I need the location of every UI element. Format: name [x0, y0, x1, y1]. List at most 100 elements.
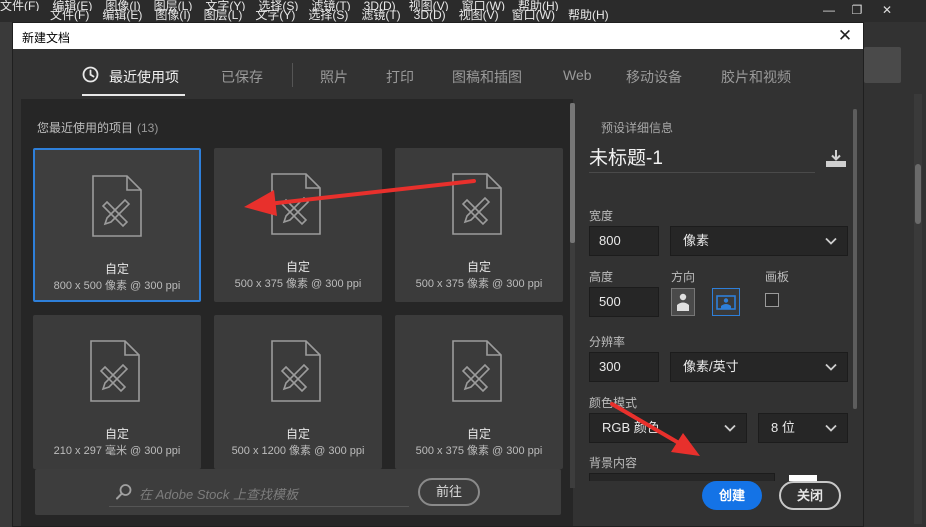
- save-preset-icon[interactable]: [824, 148, 848, 168]
- height-label: 高度: [589, 270, 614, 284]
- width-input[interactable]: 800: [589, 226, 659, 256]
- dialog-close-icon[interactable]: ✕: [835, 25, 855, 47]
- chevron-down-icon: [825, 363, 837, 371]
- document-icon: [452, 340, 502, 402]
- card-desc: 210 x 297 毫米 @ 300 ppi: [53, 445, 181, 457]
- stock-search-bar: 在 Adobe Stock 上查找模板 前往: [35, 469, 561, 515]
- menu-item[interactable]: 文件(F): [0, 0, 39, 11]
- tab-web[interactable]: Web: [563, 67, 592, 83]
- tab-print[interactable]: 打印: [386, 67, 414, 87]
- card-desc: 500 x 375 像素 @ 300 ppi: [415, 445, 543, 457]
- recent-label: 您最近使用的项目: [37, 121, 134, 135]
- active-tab-indicator: [82, 94, 185, 96]
- dialog-title: 新建文档: [22, 31, 71, 45]
- background-label: 背景内容: [589, 456, 638, 470]
- document-icon: [271, 340, 321, 402]
- card-desc: 800 x 500 像素 @ 300 ppi: [53, 280, 181, 292]
- document-icon: [92, 175, 142, 237]
- preset-details-header: 预设详细信息: [601, 121, 674, 135]
- menu-item-edit[interactable]: 编辑(E): [102, 9, 142, 22]
- portrait-icon: [677, 293, 689, 311]
- resolution-unit-select[interactable]: 像素/英寸: [670, 352, 848, 382]
- recent-items-pane: 您最近使用的项目 (13) 自定 800 x 500 像素 @ 300 ppi 自…: [21, 99, 573, 526]
- tab-recent[interactable]: 最近使用项: [109, 67, 179, 87]
- tab-photo[interactable]: 照片: [320, 67, 348, 87]
- artboard-checkbox[interactable]: [765, 293, 779, 307]
- width-unit-select[interactable]: 像素: [670, 226, 848, 256]
- clock-icon: [82, 66, 99, 83]
- panel-button[interactable]: [864, 47, 901, 83]
- scroll-thumb[interactable]: [915, 164, 921, 224]
- resolution-label: 分辨率: [589, 335, 626, 349]
- preset-tabs: 最近使用项 已保存 照片 打印 图稿和插图 Web 移动设备 胶片和视频: [13, 49, 863, 97]
- card-desc: 500 x 375 像素 @ 300 ppi: [415, 278, 543, 290]
- stock-search-placeholder: 在 Adobe Stock 上查找模板: [139, 487, 298, 502]
- color-mode-label: 颜色模式: [589, 396, 638, 410]
- create-button[interactable]: 创建: [702, 481, 762, 510]
- document-name-input[interactable]: 未标题-1: [589, 147, 815, 173]
- card-name: 自定: [466, 427, 491, 441]
- app-close-button[interactable]: ✕: [878, 2, 896, 18]
- color-mode-select[interactable]: RGB 颜色: [589, 413, 747, 443]
- menu-item-filter[interactable]: 滤镜(T): [361, 9, 400, 22]
- resolution-input[interactable]: 300: [589, 352, 659, 382]
- tab-art-illustration[interactable]: 图稿和插图: [452, 67, 522, 87]
- dialog-title-bar: 新建文档 ✕: [13, 23, 863, 49]
- width-unit-value: 像素: [683, 233, 710, 248]
- recent-item-card[interactable]: 自定 500 x 1200 像素 @ 300 ppi: [214, 315, 382, 469]
- menu-item-3d[interactable]: 3D(D): [414, 9, 446, 22]
- details-scrollbar[interactable]: [853, 109, 857, 409]
- card-desc: 500 x 1200 像素 @ 300 ppi: [231, 445, 365, 457]
- menu-item-file[interactable]: 文件(F): [50, 9, 89, 22]
- portrait-orientation-button[interactable]: [671, 288, 695, 316]
- recent-item-card[interactable]: 自定 500 x 375 像素 @ 300 ppi: [395, 148, 563, 302]
- chevron-down-icon: [825, 237, 837, 245]
- preset-details-pane: 预设详细信息 未标题-1 宽度 800 像素 高度 方向 画板 500 分辨率 …: [581, 99, 863, 526]
- go-button[interactable]: 前往: [418, 478, 480, 506]
- app-menu-bar: 文件(F) 编辑(E) 图像(I) 图层(L) 文字(Y) 选择(S) 滤镜(T…: [0, 0, 926, 22]
- recent-scrollbar[interactable]: [570, 103, 575, 488]
- chevron-down-icon: [724, 424, 736, 432]
- document-icon: [452, 173, 502, 235]
- recent-item-card[interactable]: 自定 210 x 297 毫米 @ 300 ppi: [33, 315, 201, 469]
- recent-section-label: 您最近使用的项目 (13): [37, 119, 158, 136]
- tab-mobile[interactable]: 移动设备: [626, 67, 682, 87]
- menu-item-view[interactable]: 视图(V): [459, 9, 499, 22]
- search-icon: [116, 484, 132, 500]
- menu-row: 文件(F) 编辑(E) 图像(I) 图层(L) 文字(Y) 选择(S) 滤镜(T…: [50, 9, 622, 22]
- width-label: 宽度: [589, 209, 614, 223]
- height-input[interactable]: 500: [589, 287, 659, 317]
- tab-film-video[interactable]: 胶片和视频: [721, 67, 791, 87]
- document-icon: [271, 173, 321, 235]
- menu-item-select[interactable]: 选择(S): [308, 9, 348, 22]
- stock-search-input[interactable]: 在 Adobe Stock 上查找模板: [109, 477, 409, 507]
- recent-item-card[interactable]: 自定 500 x 375 像素 @ 300 ppi: [214, 148, 382, 302]
- menu-item-type[interactable]: 文字(Y): [255, 9, 295, 22]
- tab-separator: [292, 63, 293, 87]
- document-icon: [90, 340, 140, 402]
- bit-depth-select[interactable]: 8 位: [758, 413, 848, 443]
- resolution-unit-value: 像素/英寸: [683, 359, 739, 374]
- new-document-dialog: 新建文档 ✕ 最近使用项 已保存 照片 打印 图稿和插图 Web 移动设备 胶片…: [12, 22, 864, 527]
- card-name: 自定: [104, 262, 129, 276]
- menu-item-help[interactable]: 帮助(H): [568, 9, 609, 22]
- close-button[interactable]: 关闭: [779, 481, 841, 510]
- menu-item-window[interactable]: 窗口(W): [512, 9, 555, 22]
- recent-item-card[interactable]: 自定 500 x 375 像素 @ 300 ppi: [395, 315, 563, 469]
- scroll-thumb[interactable]: [853, 109, 857, 409]
- app-scrollbar[interactable]: [914, 94, 922, 524]
- landscape-orientation-button[interactable]: [712, 288, 740, 316]
- recent-item-card[interactable]: 自定 800 x 500 像素 @ 300 ppi: [33, 148, 201, 302]
- scroll-thumb[interactable]: [570, 103, 575, 243]
- card-name: 自定: [285, 260, 310, 274]
- app-right-panel: [864, 22, 926, 527]
- menu-item-image[interactable]: 图像(I): [155, 9, 190, 22]
- menu-item-layer[interactable]: 图层(L): [204, 9, 243, 22]
- restore-button[interactable]: ❐: [848, 2, 866, 18]
- chevron-down-icon: [825, 424, 837, 432]
- minimize-button[interactable]: —: [820, 2, 838, 18]
- app-toolbar-strip: [0, 22, 12, 527]
- card-name: 自定: [285, 427, 310, 441]
- color-mode-value: RGB 颜色: [602, 420, 660, 435]
- tab-saved[interactable]: 已保存: [221, 67, 263, 87]
